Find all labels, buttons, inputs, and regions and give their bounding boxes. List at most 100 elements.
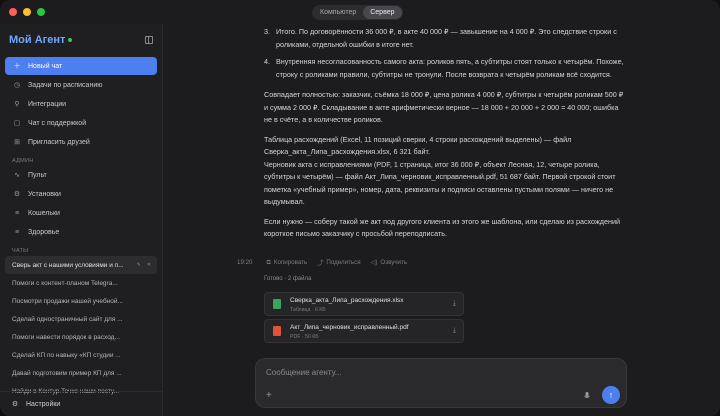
chat-item[interactable]: Сделай одностраничный сайт для ...: [5, 310, 157, 328]
download-icon[interactable]: ⤓: [453, 327, 456, 335]
file-meta: Таблица · 6 КБ: [290, 307, 326, 313]
nav-label: Новый чат: [28, 62, 63, 70]
speak-label: Озвучить: [380, 259, 408, 266]
copy-button[interactable]: ⧉ Копировать: [266, 259, 307, 267]
share-button[interactable]: ⤴ Поделиться: [317, 258, 360, 267]
sidebar-nav: ＋ Новый чат ◷ Задачи по расписанию ⚲ Инт…: [5, 57, 157, 400]
copy-label: Копировать: [273, 259, 308, 266]
copy-icon: ⧉: [266, 258, 271, 266]
sidebar-item-settings-admin[interactable]: ⚙ Установки: [5, 185, 157, 203]
speak-button[interactable]: ◁) Озвучить: [371, 259, 407, 266]
chat-item[interactable]: Давай подготовим пример КП для ...: [5, 364, 157, 382]
nav-label: Задачи по расписанию: [28, 81, 103, 89]
chat-title: Сверь акт с нашими условиями и п...: [12, 261, 124, 269]
sidebar-item-invite[interactable]: ⊞ Пригласить друзей: [5, 133, 157, 151]
close-window-button[interactable]: [9, 8, 17, 16]
list-text: Внутренняя несогласованность самого акта…: [276, 57, 624, 79]
traffic-lights: [9, 8, 45, 16]
plug-icon: ⚲: [14, 101, 20, 108]
chat-title: Сделай одностраничный сайт для ...: [12, 315, 123, 323]
sidebar-item-support[interactable]: ▢ Чат с поддержкой: [5, 114, 157, 132]
chat-item[interactable]: Помоги с контент-планом Telegra...: [5, 274, 157, 292]
list-icon: ≡: [14, 228, 20, 236]
nav-label: Интеграции: [28, 100, 67, 108]
file-meta: PDF · 50 КБ: [290, 334, 319, 340]
chat-bubble-icon: ▢: [13, 120, 21, 127]
chat-item[interactable]: Сверь акт с нашими условиями и п... ✎ ✕: [5, 256, 157, 274]
app-window: Компьютер Сервер Мой Агент ＋ Новый чат ◷…: [0, 0, 720, 416]
nav-label: Чат с поддержкой: [28, 119, 87, 127]
nav-label: Пригласить друзей: [28, 138, 90, 146]
close-icon[interactable]: ✕: [147, 262, 151, 268]
list-icon: ≡: [14, 209, 20, 217]
download-icon[interactable]: ⤓: [453, 300, 456, 308]
sidebar-item-schedule[interactable]: ◷ Задачи по расписанию: [5, 76, 157, 94]
chat-actions: ✎ ✕: [137, 262, 157, 268]
files-header: Готово · 2 файла: [264, 276, 312, 282]
chat-pane: 3. Итого. По договорённости 36 000 ₽, в …: [164, 24, 720, 416]
list-item: 3. Итого. По договорённости 36 000 ₽, в …: [264, 26, 628, 51]
chat-title: Посмотри продажи нашей учебной...: [12, 297, 123, 305]
brand-name: Мой Агент: [9, 34, 66, 46]
gear-icon: ⚙: [13, 191, 21, 198]
nav-label: Установки: [28, 190, 61, 198]
file-attachment[interactable]: Акт_Липа_черновик_исправленный.pdf PDF ·…: [264, 319, 464, 343]
attach-plus-icon[interactable]: +: [266, 390, 272, 401]
tab-server[interactable]: Сервер: [363, 6, 402, 19]
send-button[interactable]: ↑: [602, 386, 620, 404]
nav-label: Кошельки: [28, 209, 60, 217]
chat-item[interactable]: Помоги навести порядок в расход...: [5, 328, 157, 346]
section-admin: АДМИН: [12, 158, 34, 164]
sidebar-item-integrations[interactable]: ⚲ Интеграции: [5, 95, 157, 113]
titlebar: Компьютер Сервер: [0, 0, 720, 24]
plus-icon: ＋: [13, 63, 21, 70]
message-paragraph: Черновик акта с исправлениями (PDF, 1 ст…: [264, 159, 616, 207]
sidebar-item-wallets[interactable]: ≡ Кошельки: [5, 204, 157, 222]
message-paragraph: Если нужно — соберу такой же акт под дру…: [264, 216, 620, 239]
share-icon: ⤴: [317, 260, 324, 267]
settings-label: Настройки: [26, 400, 61, 408]
chat-item[interactable]: Сделай КП по навыку «КП студии ...: [5, 346, 157, 364]
file-attachment[interactable]: Сверка_акта_Липа_расхождения.xlsx Таблиц…: [264, 292, 464, 316]
composer: + ↑: [255, 358, 627, 408]
message-time: 19:20: [237, 259, 253, 266]
new-chat-button[interactable]: ＋ Новый чат: [5, 57, 157, 75]
assistant-message: 3. Итого. По договорённости 36 000 ₽, в …: [264, 26, 628, 241]
list-number: 4.: [264, 57, 270, 66]
message-paragraph: Совпадает полностью: заказчик, съёмка 18…: [264, 90, 624, 124]
share-label: Поделиться: [326, 259, 361, 266]
speaker-icon: ◁): [370, 259, 378, 266]
list-number: 3.: [264, 27, 270, 36]
chat-title: Помоги навести порядок в расход...: [12, 333, 120, 341]
arrow-up-icon: ↑: [608, 390, 614, 400]
sidebar: Мой Агент ＋ Новый чат ◷ Задачи по распис…: [0, 24, 163, 416]
pulse-icon: ∿: [14, 172, 20, 179]
message-paragraph: Таблица расхождений (Excel, 11 позиций с…: [264, 134, 572, 157]
gear-icon: ⚙: [11, 401, 19, 408]
sidebar-item-dashboard[interactable]: ∿ Пульт: [5, 166, 157, 184]
zoom-window-button[interactable]: [37, 8, 45, 16]
chat-item[interactable]: Посмотри продажи нашей учебной...: [5, 292, 157, 310]
microphone-icon[interactable]: [584, 392, 590, 400]
chat-title: Помоги с контент-планом Telegra...: [12, 279, 118, 287]
minimize-window-button[interactable]: [23, 8, 31, 16]
gift-icon: ⊞: [14, 139, 20, 146]
status-dot: [68, 38, 73, 43]
chat-title: Давай подготовим пример КП для ...: [12, 369, 122, 377]
section-chats: ЧАТЫ: [12, 248, 29, 254]
list-text: Итого. По договорённости 36 000 ₽, в акт…: [276, 27, 617, 49]
edit-icon[interactable]: ✎: [137, 262, 141, 268]
message-input[interactable]: [266, 368, 566, 377]
settings-button[interactable]: ⚙ Настройки: [0, 391, 163, 416]
tab-computer[interactable]: Компьютер: [313, 6, 363, 19]
file-name: Акт_Липа_черновик_исправленный.pdf: [290, 324, 409, 331]
mode-switch: Компьютер Сервер: [312, 5, 403, 20]
chat-title: Сделай КП по навыку «КП студии ...: [12, 351, 121, 359]
sidebar-item-health[interactable]: ≡ Здоровье: [5, 223, 157, 241]
spreadsheet-icon: [273, 299, 281, 309]
pdf-icon: [273, 326, 281, 336]
brand: Мой Агент: [9, 34, 73, 46]
sidebar-toggle-icon[interactable]: [145, 36, 153, 44]
file-name: Сверка_акта_Липа_расхождения.xlsx: [290, 297, 404, 304]
message-meta: 19:20 ⧉ Копировать ⤴ Поделиться ◁) Озвучить: [237, 258, 417, 268]
